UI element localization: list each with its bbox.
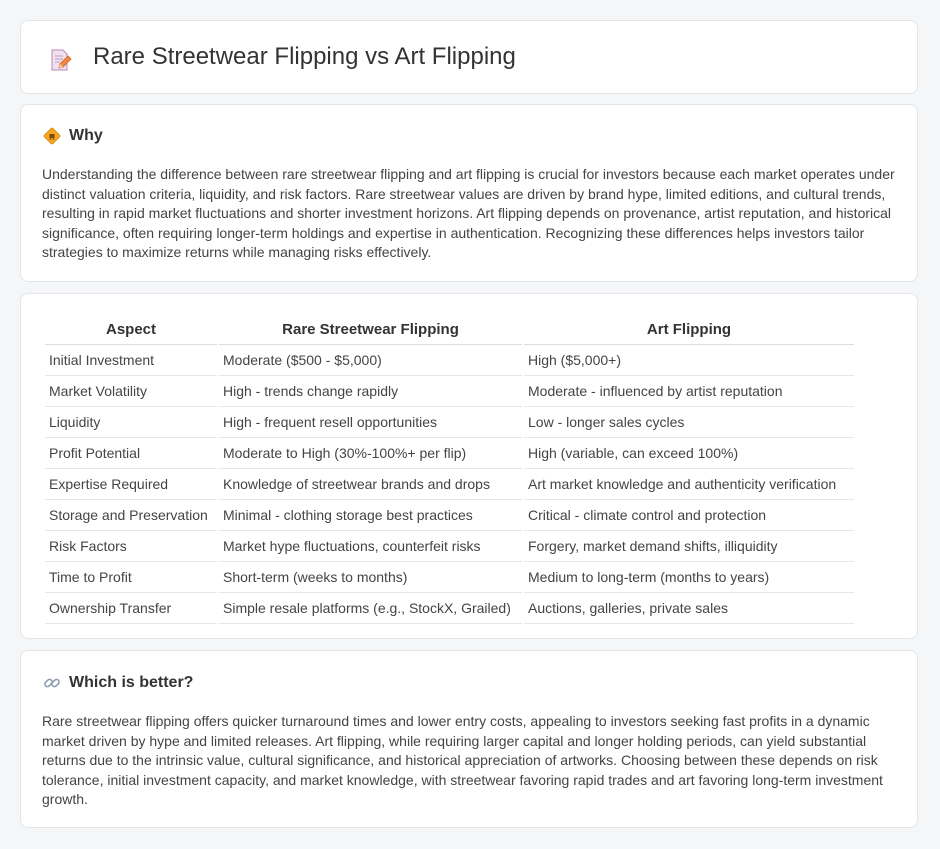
better-text: Rare streetwear flipping offers quicker … [42,713,883,807]
comparison-table-card: Aspect Rare Streetwear Flipping Art Flip… [20,293,918,639]
page-title: Rare Streetwear Flipping vs Art Flipping [93,43,516,70]
art-cell: High (variable, can exceed 100%) [524,438,854,469]
table-row: Initial Investment Moderate ($500 - $5,00… [45,345,854,376]
column-header-streetwear: Rare Streetwear Flipping [219,316,522,345]
aspect-cell: Initial Investment [45,345,217,376]
diamond-sign-icon [43,127,61,145]
streetwear-cell: Moderate to High (30%-100%+ per flip) [219,438,522,469]
why-section: Why Understanding the difference between… [20,104,918,282]
aspect-cell: Ownership Transfer [45,593,217,624]
table-row: Market Volatility High - trends change ra… [45,376,854,407]
table-body: Initial Investment Moderate ($500 - $5,00… [45,345,854,624]
why-heading: Why [69,127,103,144]
title-card: Rare Streetwear Flipping vs Art Flipping [20,20,918,94]
streetwear-cell: High - frequent resell opportunities [219,407,522,438]
art-cell: High ($5,000+) [524,345,854,376]
streetwear-cell: Short-term (weeks to months) [219,562,522,593]
document-pencil-icon [51,49,72,71]
art-cell: Low - longer sales cycles [524,407,854,438]
column-header-art: Art Flipping [524,316,854,345]
which-better-section: Which is better? Rare streetwear flippin… [20,650,918,828]
art-cell: Art market knowledge and authenticity ve… [524,469,854,500]
aspect-cell: Expertise Required [45,469,217,500]
art-cell: Medium to long-term (months to years) [524,562,854,593]
aspect-cell: Risk Factors [45,531,217,562]
streetwear-cell: Market hype fluctuations, counterfeit ri… [219,531,522,562]
streetwear-cell: Minimal - clothing storage best practice… [219,500,522,531]
table-row: Expertise Required Knowledge of streetwea… [45,469,854,500]
link-icon [44,678,60,688]
table-row: Ownership Transfer Simple resale platform… [45,593,854,624]
streetwear-cell: High - trends change rapidly [219,376,522,407]
table-row: Time to Profit Short-term (weeks to month… [45,562,854,593]
why-text: Understanding the difference between rar… [42,166,895,260]
art-cell: Critical - climate control and protectio… [524,500,854,531]
aspect-cell: Market Volatility [45,376,217,407]
comparison-table: Aspect Rare Streetwear Flipping Art Flip… [43,316,856,624]
art-cell: Auctions, galleries, private sales [524,593,854,624]
table-header-row: Aspect Rare Streetwear Flipping Art Flip… [45,316,854,345]
better-header: Which is better? [43,674,193,692]
table-row: Storage and Preservation Minimal - clothi… [45,500,854,531]
aspect-cell: Storage and Preservation [45,500,217,531]
streetwear-cell: Simple resale platforms (e.g., StockX, G… [219,593,522,624]
why-header: Why [43,127,103,145]
table-row: Liquidity High - frequent resell opportun… [45,407,854,438]
better-heading: Which is better? [69,674,194,691]
art-cell: Moderate - influenced by artist reputati… [524,376,854,407]
aspect-cell: Profit Potential [45,438,217,469]
column-header-aspect: Aspect [45,316,217,345]
table-row: Risk Factors Market hype fluctuations, co… [45,531,854,562]
table-row: Profit Potential Moderate to High (30%-10… [45,438,854,469]
aspect-cell: Liquidity [45,407,217,438]
streetwear-cell: Moderate ($500 - $5,000) [219,345,522,376]
aspect-cell: Time to Profit [45,562,217,593]
art-cell: Forgery, market demand shifts, illiquidi… [524,531,854,562]
streetwear-cell: Knowledge of streetwear brands and drops [219,469,522,500]
